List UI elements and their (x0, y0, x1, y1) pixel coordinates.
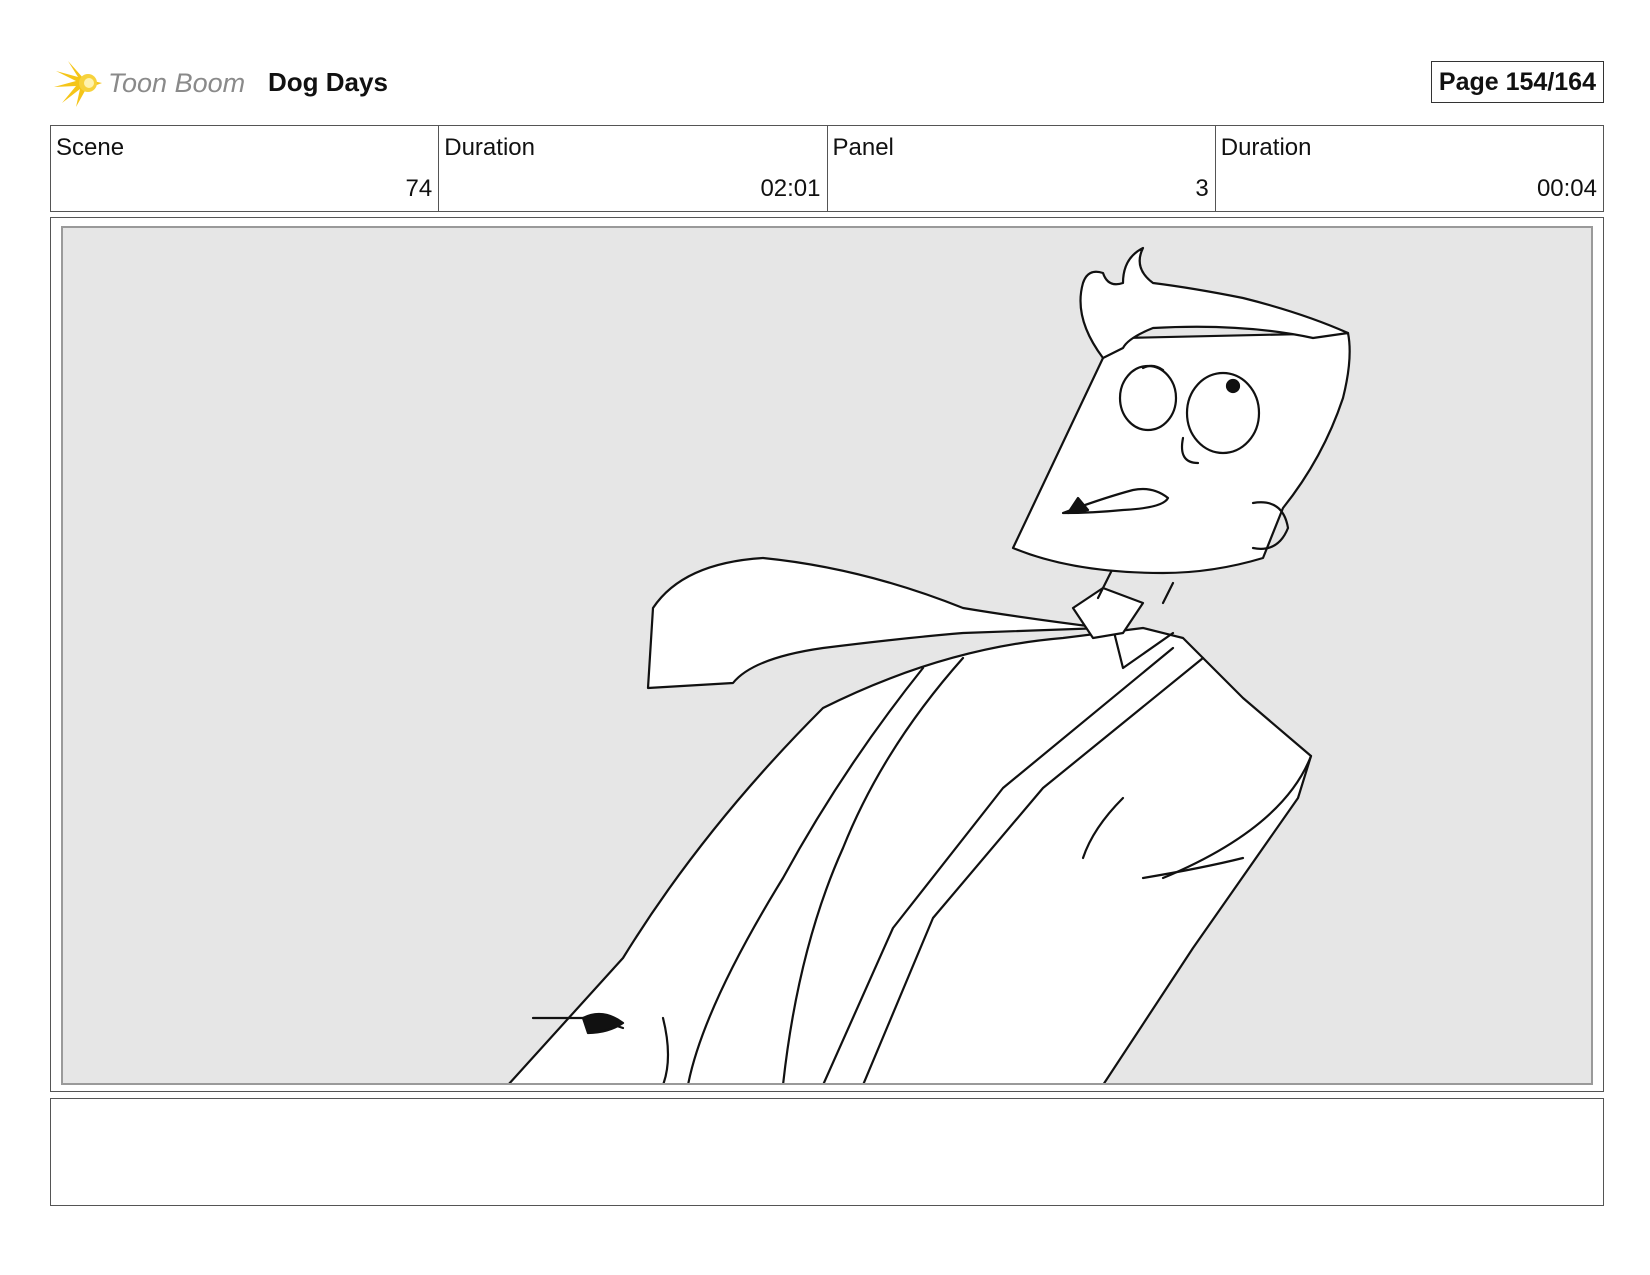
scene-value: 74 (405, 175, 433, 202)
panel-duration-value: 00:04 (1536, 175, 1597, 202)
panel-label: Panel (832, 134, 894, 161)
page-indicator: Page 154/164 (1430, 61, 1604, 103)
panel-value: 3 (1195, 175, 1209, 202)
storyboard-sketch-character-icon (508, 246, 1351, 1083)
logo-text: Toon Boom (108, 67, 246, 98)
panel-duration-label: Duration (1220, 134, 1312, 161)
project-title: Dog Days (268, 67, 388, 97)
panel-duration-cell: Duration 00:04 (1216, 126, 1603, 211)
sunburst-icon (54, 61, 102, 107)
scene-duration-label: Duration (444, 134, 535, 161)
panel-image (61, 226, 1593, 1085)
page-label: Page 154/164 (1438, 67, 1596, 96)
scene-label: Scene (56, 134, 125, 161)
page-header: Toon Boom Dog Days Page 154/164 (50, 55, 1604, 110)
scene-cell: Scene 74 (51, 126, 440, 211)
toon-boom-logo: Toon Boom (54, 57, 245, 109)
panel-cell: Panel 3 (828, 126, 1216, 211)
panel-frame (50, 217, 1604, 1092)
scene-duration-cell: Duration 02:01 (439, 126, 828, 211)
scene-duration-value: 02:01 (760, 175, 821, 202)
notes-box (50, 1098, 1604, 1206)
scene-info-table: Scene 74 Duration 02:01 Panel 3 Duration… (50, 125, 1604, 212)
